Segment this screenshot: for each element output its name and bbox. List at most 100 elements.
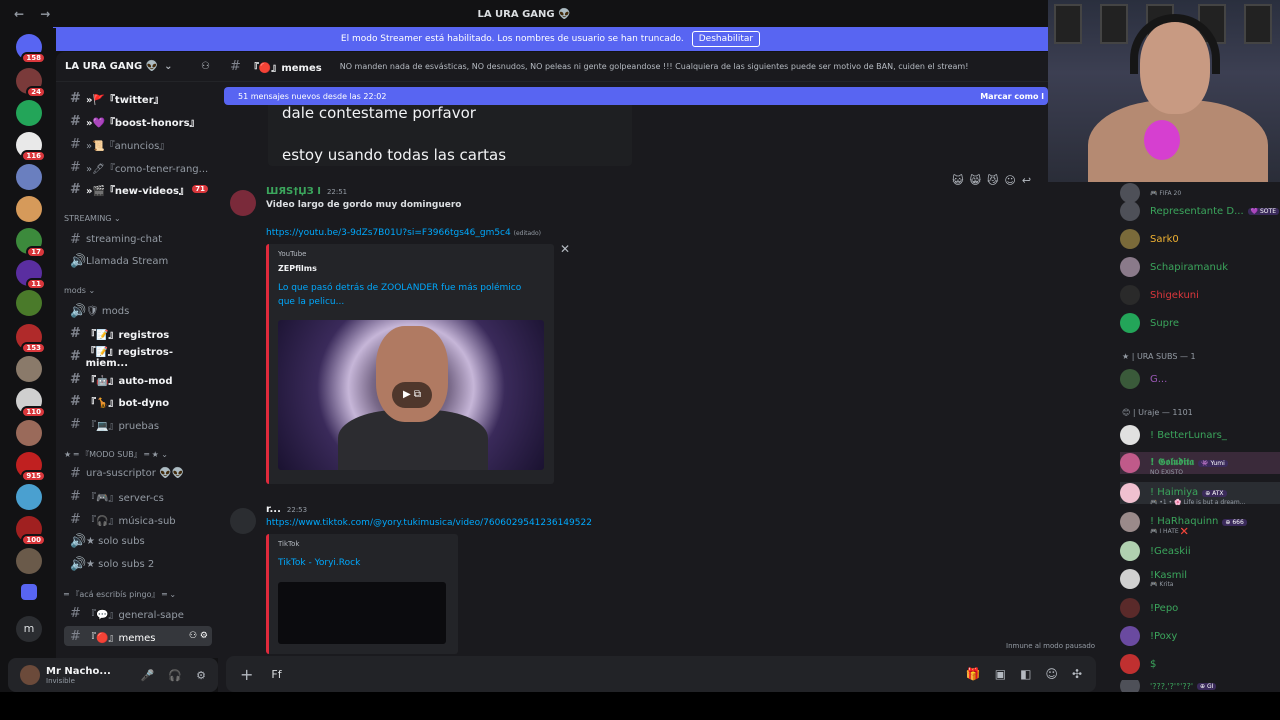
direct-messages-icon[interactable]: 158 xyxy=(16,34,46,64)
embed-provider[interactable]: TikTok xyxy=(278,540,299,548)
member-activity: 🎮 I HATE ❌ xyxy=(1150,528,1189,535)
headset-icon[interactable]: 🎧 xyxy=(168,669,182,682)
member-item[interactable]: Supre xyxy=(1120,312,1179,334)
new-messages-bar[interactable]: 51 mensajes nuevos desde las 22:02 Marca… xyxy=(224,87,1048,105)
folder-icon[interactable] xyxy=(21,584,37,600)
server-icon[interactable] xyxy=(16,164,42,190)
add-attachment-icon[interactable]: + xyxy=(240,665,253,684)
server-icon[interactable]: 915 xyxy=(16,452,46,482)
play-icon[interactable]: ▶ ⧉ xyxy=(392,382,432,408)
mic-icon[interactable]: 🎤 xyxy=(141,669,155,682)
member-item[interactable]: ! 𝕲𝖔𝖑𝖚𝖉𝖎𝖙𝖆 👾 Yumi NO EXISTO xyxy=(1120,452,1280,476)
channel-solo-subs[interactable]: 🔊 ★ solo subs xyxy=(64,531,212,551)
message-input[interactable]: Ff xyxy=(271,668,281,681)
channel-musica-sub[interactable]: # 『🎧』música-sub xyxy=(64,509,212,529)
link-url[interactable]: https://youtu.be/3-9dZs7B01U?si=F3966tgs… xyxy=(266,228,511,238)
gift-icon[interactable]: 🎁 xyxy=(966,667,981,681)
gif-icon[interactable]: ▣ xyxy=(995,667,1006,681)
server-icon[interactable] xyxy=(16,290,42,316)
channel-topic[interactable]: NO manden nada de esvásticas, NO desnudo… xyxy=(340,62,969,71)
channel-bot-dyno[interactable]: # 『🦒』bot-dyno xyxy=(64,391,212,411)
server-icon[interactable]: 24 xyxy=(16,68,46,98)
server-icon-m[interactable]: m xyxy=(16,616,42,642)
member-item[interactable]: !Geaskii xyxy=(1120,540,1191,562)
embed-title[interactable]: TikTok - Yoryi.Rock xyxy=(278,556,360,570)
message-composer[interactable]: + Ff 🎁 ▣ ◧ ☺ ✣ xyxy=(226,656,1096,692)
channel-twitter[interactable]: # »🚩『twitter』 xyxy=(64,88,212,108)
sticker-icon[interactable]: ◧ xyxy=(1020,667,1031,681)
channel-boost-honors[interactable]: # »💜『boost-honors』 xyxy=(64,111,212,131)
server-icon[interactable]: 110 xyxy=(16,388,46,418)
gear-icon[interactable]: ⚇ ⚙ xyxy=(189,631,208,641)
member-item[interactable]: !Poxy xyxy=(1120,625,1177,647)
member-item[interactable]: $ xyxy=(1120,653,1156,675)
guild-header[interactable]: LA URA GANG 👽 ⌄ ⚇ xyxy=(56,52,218,82)
server-icon[interactable]: 153 xyxy=(16,324,46,354)
user-info[interactable]: Mr Nacho... Invisible xyxy=(46,666,111,685)
server-icon[interactable]: 100 xyxy=(16,516,46,546)
channel-auto-mod[interactable]: # 『🤖』auto-mod xyxy=(64,369,212,389)
embed-title[interactable]: Lo que pasó detrás de ZOOLANDER fue más … xyxy=(278,281,540,309)
video-thumbnail[interactable]: ▶ ⧉ xyxy=(278,320,544,470)
member-item[interactable]: ! Haimiya ⊕ ATX 🎮 •1 • 🌸 Life is but a dre… xyxy=(1120,482,1280,506)
member-item[interactable]: Shigekuni xyxy=(1120,284,1199,306)
server-icon[interactable] xyxy=(16,356,42,382)
category-mods[interactable]: mods ⌄ xyxy=(64,286,95,295)
member-item[interactable]: ! BetterLunars_ xyxy=(1120,424,1227,446)
member-item[interactable]: Representante D... 💜 SOTE xyxy=(1120,200,1279,222)
member-item[interactable]: '???,'?'°'??' ⊕ GI xyxy=(1120,680,1217,692)
server-icon[interactable] xyxy=(16,548,42,574)
message-link[interactable]: https://youtu.be/3-9dZs7B01U?si=F3966tgs… xyxy=(266,228,541,238)
channel-anuncios[interactable]: # »📜『anuncios』 xyxy=(64,134,212,154)
server-icon[interactable] xyxy=(16,484,42,510)
channel-general-sape[interactable]: # 『💬』general-sape xyxy=(64,603,212,623)
avatar[interactable] xyxy=(230,190,256,216)
category-aca-escribis[interactable]: ═ 『acá escribís pingo』 ═ ⌄ xyxy=(64,589,176,600)
category-streaming[interactable]: STREAMING ⌄ xyxy=(64,214,121,223)
gear-icon[interactable]: ⚙ xyxy=(196,669,206,682)
message-link[interactable]: https://www.tiktok.com/@yory.tukimusica/… xyxy=(266,518,592,528)
message-author[interactable]: ШЯЅ†ЏЗ Ӏ 22:51 xyxy=(266,186,347,197)
member-item[interactable]: Schapiramanuk xyxy=(1120,256,1228,278)
avatar[interactable] xyxy=(20,665,40,685)
embed-provider[interactable]: YouTube xyxy=(278,250,306,258)
server-icon[interactable]: 17 xyxy=(16,228,46,258)
nav-arrows[interactable]: ← → xyxy=(14,7,56,21)
member-name: ! HaRhaquinn xyxy=(1150,516,1219,527)
channel-registros-miembros[interactable]: # 『📝』registros-miem... xyxy=(64,346,212,369)
server-icon[interactable] xyxy=(16,420,42,446)
channel-pruebas[interactable]: # 『💻』pruebas xyxy=(64,414,212,434)
member-item[interactable]: !Kasmil 🎮 Krita xyxy=(1120,568,1187,590)
channel-new-videos[interactable]: # »🎬『new-videos』 71 xyxy=(64,179,212,199)
mark-as-read-button[interactable]: Marcar como l xyxy=(980,92,1044,101)
message-author[interactable]: r... 22:53 xyxy=(266,504,307,515)
apps-icon[interactable]: ✣ xyxy=(1072,667,1082,681)
channel-mods-voice[interactable]: 🔊 🛡 mods xyxy=(64,301,212,321)
disable-streamer-button[interactable]: Deshabilitar xyxy=(691,31,761,47)
channel-como-tener-rango[interactable]: # »🖊『como-tener-rang... xyxy=(64,157,212,177)
add-member-icon[interactable]: ⚇ xyxy=(201,61,210,72)
wall-poster xyxy=(1244,4,1272,44)
member-item[interactable]: Sark0 xyxy=(1120,228,1179,250)
old-line-2: estoy usando todas las cartas xyxy=(282,146,507,164)
channel-llamada-stream[interactable]: 🔊 Llamada Stream xyxy=(64,251,212,271)
server-icon[interactable] xyxy=(16,100,42,126)
server-icon[interactable] xyxy=(16,196,42,222)
member-item[interactable]: !Pepo xyxy=(1120,597,1178,619)
channel-memes[interactable]: # 『🔴』memes ⚇ ⚙ xyxy=(64,626,212,646)
channel-streaming-chat[interactable]: # streaming-chat xyxy=(64,229,212,249)
server-icon[interactable]: 11 xyxy=(16,260,46,290)
channel-registros[interactable]: # 『📝』registros xyxy=(64,323,212,343)
close-icon[interactable]: ✕ xyxy=(560,242,570,256)
channel-ura-suscriptor[interactable]: # ura-suscriptor 👽👽 xyxy=(64,463,212,483)
channel-server-cs[interactable]: # 『🎮』server-cs xyxy=(64,486,212,506)
server-icon[interactable]: 116 xyxy=(16,132,46,162)
avatar[interactable] xyxy=(230,508,256,534)
video-thumbnail[interactable] xyxy=(278,582,446,644)
embed-author[interactable]: ZEPfilms xyxy=(278,264,317,273)
category-modo-sub[interactable]: ★ ═ 『MODO SUB』 ═ ★ ⌄ xyxy=(64,449,168,460)
channel-solo-subs-2[interactable]: 🔊 ★ solo subs 2 xyxy=(64,554,212,574)
member-item[interactable]: G... xyxy=(1120,368,1167,390)
member-item[interactable]: ! HaRhaquinn ⊕ 666 🎮 I HATE ❌ xyxy=(1120,511,1247,535)
emoji-icon[interactable]: ☺ xyxy=(1045,667,1058,681)
